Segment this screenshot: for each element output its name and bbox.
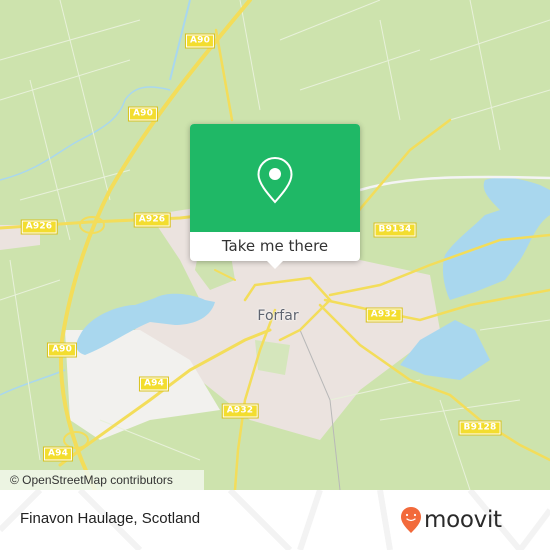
place-name: Finavon Haulage, Scotland [20,510,201,527]
popup-header [190,124,360,232]
rescobie-loch-east [442,177,550,300]
road-label-a926: A926 [133,212,171,228]
road-label-a90: A90 [46,342,78,358]
road-label-a94: A94 [138,376,170,392]
map-pin-icon [257,156,293,204]
road-label-a932: A932 [365,307,403,323]
take-me-there-button[interactable]: Take me there [190,232,360,261]
location-popup: Take me there [190,124,360,269]
road-label-a94: A94 [42,446,74,462]
town-label-forfar: Forfar [257,308,299,324]
road-a90-north [214,28,234,122]
road-label-a90: A90 [127,106,159,122]
moovit-wordmark: moovit [424,507,502,533]
footer-bar: Finavon Haulage, Scotland moovit [0,490,550,550]
stream [0,369,66,396]
park-area [255,340,290,375]
moovit-pin-logo-icon [401,507,421,533]
moovit-logo[interactable]: moovit [400,503,502,537]
road-label-a932: A932 [221,403,259,419]
road-label-a90: A90 [184,33,216,49]
popup-pointer [267,261,283,269]
road-label-a926: A926 [20,219,58,235]
map-attribution[interactable]: © OpenStreetMap contributors [0,470,204,490]
road-label-b9134: B9134 [373,222,417,238]
map-view[interactable]: A90 A90 A926 A926 B9134 A932 A90 A94 A93… [0,0,550,490]
road-label-b9128: B9128 [458,420,502,436]
attribution-text: © OpenStreetMap contributors [10,473,173,487]
